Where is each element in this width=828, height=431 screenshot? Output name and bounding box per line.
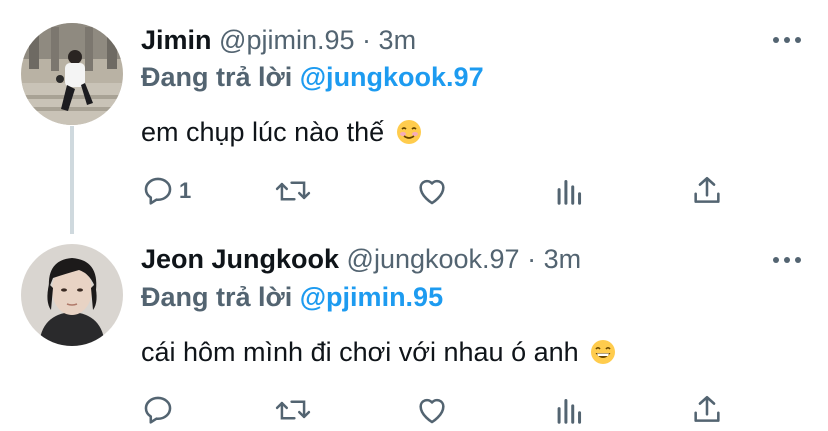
reply-context: Đang trả lời @pjimin.95 [141, 282, 443, 312]
heart-icon [419, 179, 445, 205]
tweet-text: cái hôm mình đi chơi với nhau ó anh [141, 337, 616, 367]
share-icon [694, 395, 720, 422]
reply-icon [144, 396, 172, 424]
tweet-header: Jimin @pjimin.95 · 3m [141, 25, 416, 55]
reply-button[interactable] [141, 393, 179, 427]
reply-button[interactable]: 1 [141, 174, 191, 208]
analytics-icon [557, 398, 582, 424]
analytics-button[interactable] [555, 393, 585, 427]
share-button[interactable] [690, 393, 724, 427]
like-button[interactable] [415, 393, 449, 427]
username-handle[interactable]: @jungkook.97 [347, 244, 520, 274]
share-icon [694, 176, 720, 203]
tweet-text-content: cái hôm mình đi chơi với nhau ó anh [141, 337, 579, 367]
grinning-face-emoji [591, 340, 616, 364]
reply-mention[interactable]: @jungkook.97 [300, 62, 484, 92]
analytics-button[interactable] [555, 174, 585, 208]
more-options-icon[interactable] [772, 254, 802, 266]
thread-line [70, 126, 74, 234]
avatar[interactable] [21, 23, 123, 125]
heart-icon [419, 398, 445, 424]
username-handle[interactable]: @pjimin.95 [219, 25, 354, 55]
share-button[interactable] [690, 174, 724, 208]
reply-prefix: Đang trả lời [141, 282, 293, 312]
more-options-icon[interactable] [772, 34, 802, 46]
tweet-text-content: em chụp lúc nào thế [141, 117, 385, 147]
separator-dot: · [527, 244, 537, 274]
separator-dot: · [362, 25, 372, 55]
tweet-2[interactable]: Jeon Jungkook @jungkook.97 · 3m Đang trả… [0, 230, 828, 431]
retweet-icon [275, 400, 311, 420]
avatar[interactable] [21, 244, 123, 346]
reply-count: 1 [179, 178, 192, 203]
smiling-face-emoji [396, 120, 421, 144]
retweet-button[interactable] [275, 393, 311, 427]
timestamp[interactable]: 3m [544, 244, 582, 274]
timestamp[interactable]: 3m [379, 25, 417, 55]
display-name[interactable]: Jeon Jungkook [141, 244, 339, 274]
reply-mention[interactable]: @pjimin.95 [300, 282, 443, 312]
tweet-header: Jeon Jungkook @jungkook.97 · 3m [141, 244, 581, 274]
reply-icon [144, 177, 172, 205]
retweet-button[interactable] [275, 174, 311, 208]
retweet-icon [275, 181, 311, 201]
like-button[interactable] [415, 174, 449, 208]
tweet-1[interactable]: Jimin @pjimin.95 · 3m Đang trả lời @jung… [0, 0, 828, 234]
display-name[interactable]: Jimin [141, 25, 212, 55]
analytics-icon [557, 179, 582, 205]
reply-context: Đang trả lời @jungkook.97 [141, 62, 484, 92]
reply-prefix: Đang trả lời [141, 62, 293, 92]
tweet-text: em chụp lúc nào thế [141, 117, 422, 147]
